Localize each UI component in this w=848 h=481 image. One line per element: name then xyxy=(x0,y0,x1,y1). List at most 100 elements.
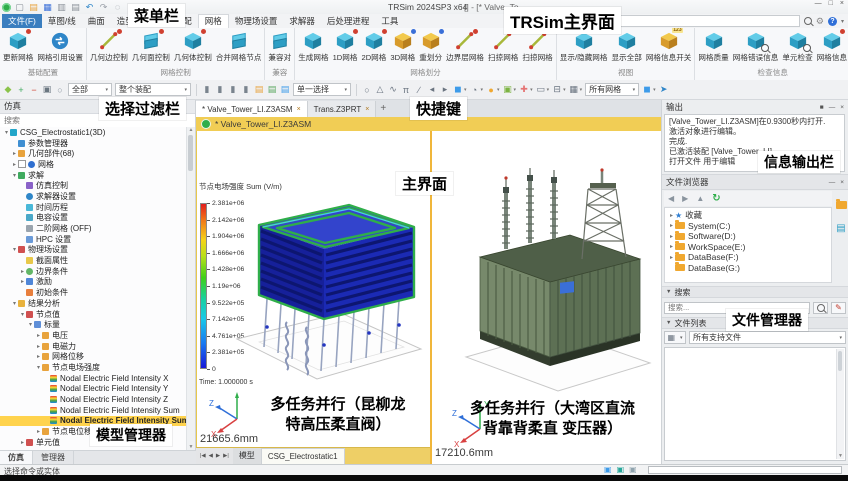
view-orient-icon[interactable]: ◔ xyxy=(470,85,480,95)
expander-icon[interactable]: ▾ xyxy=(11,172,18,179)
status-grid-icon[interactable]: ▣ xyxy=(629,465,637,474)
ribbon-button[interactable]: 3D网格 xyxy=(388,30,417,63)
chevron-down-icon[interactable]: ▾ xyxy=(653,87,656,93)
scrollbar-thumb[interactable] xyxy=(838,351,842,371)
tab-csg-electrostatic1[interactable]: CSG_Electrostatic1 xyxy=(261,448,345,464)
section-collapse-icon[interactable]: ▼ xyxy=(666,289,671,295)
tab-model[interactable]: 模型 xyxy=(233,448,261,464)
expander-icon[interactable]: ▸ xyxy=(668,222,675,229)
folder-item[interactable]: ▸System(C:) xyxy=(665,221,831,232)
tree-item[interactable]: ▾CSG_Electrostatic1(3D) xyxy=(0,127,187,138)
filter-vertex-icon[interactable]: ▮ xyxy=(202,84,212,95)
folder-item[interactable]: ▸DataBase(F:) xyxy=(665,252,831,263)
circle-select-icon[interactable]: ○ xyxy=(55,85,65,95)
ribbon-button[interactable]: 生成网格 xyxy=(296,30,330,63)
tree-scrollbar[interactable]: ▲ ▼ xyxy=(186,127,195,450)
menu-tab-2[interactable]: 曲面 xyxy=(82,14,111,28)
spline-tool-icon[interactable]: ∿ xyxy=(388,84,398,95)
ribbon-button[interactable]: 网格质量 xyxy=(696,30,730,63)
section-view-icon[interactable]: ✚ xyxy=(519,84,529,95)
expander-icon[interactable]: ▸ xyxy=(11,161,18,168)
close-icon[interactable]: × xyxy=(840,179,844,186)
expander-icon[interactable]: ▸ xyxy=(668,254,675,261)
view-prev-icon[interactable]: ◂ xyxy=(427,84,437,95)
help-icon[interactable]: ? xyxy=(828,17,837,26)
minimize-button[interactable]: — xyxy=(815,0,822,7)
close-icon[interactable]: × xyxy=(840,104,844,111)
tree-item[interactable]: Nodal Electric Field Intensity Z xyxy=(0,394,187,405)
tree-item[interactable]: 截面属性 xyxy=(0,255,187,266)
pointer-icon[interactable]: ➤ xyxy=(659,84,669,95)
ribbon-button[interactable]: 单元检查 xyxy=(780,30,814,63)
ribbon-button[interactable]: 显示全部 xyxy=(609,30,643,63)
tree-item[interactable]: 仿真控制 xyxy=(0,180,187,191)
tab-close-icon[interactable]: × xyxy=(365,106,369,113)
restore-button[interactable]: □ xyxy=(829,0,833,7)
ribbon-button[interactable]: 1D网格 xyxy=(331,30,360,63)
regen-icon[interactable]: ◌ xyxy=(112,1,123,13)
expander-icon[interactable]: ▸ xyxy=(19,278,26,285)
tree-item[interactable]: ▾节点电场强度 xyxy=(0,362,187,373)
tree-item[interactable]: 求解器设置 xyxy=(0,191,187,202)
pick-box-icon[interactable]: ▣ xyxy=(42,84,52,95)
filter-edge-icon[interactable]: ▮ xyxy=(215,84,225,95)
ribbon-button[interactable]: 网格引用设置 xyxy=(35,30,85,63)
chevron-down-icon[interactable]: ▾ xyxy=(530,87,533,93)
scroll-up-icon[interactable]: ▲ xyxy=(187,127,195,133)
tree-item[interactable]: ▾标量 xyxy=(0,319,187,330)
tree-item[interactable]: Nodal Electric Field Intensity X xyxy=(0,373,187,384)
library-dock-icon[interactable]: ▤ xyxy=(836,223,845,234)
remove-icon[interactable]: − xyxy=(29,85,39,95)
expander-icon[interactable]: ▾ xyxy=(35,364,42,371)
display-grid-icon[interactable]: ▦ xyxy=(569,84,579,95)
folder-item[interactable]: ▸Software(D:) xyxy=(665,231,831,242)
tree-item[interactable]: 初始条件 xyxy=(0,287,187,298)
file-list[interactable]: ▼ xyxy=(664,347,846,461)
tree-item[interactable]: ▸网格 xyxy=(0,159,187,170)
folder-dock-icon[interactable] xyxy=(836,201,847,209)
chevron-down-icon[interactable]: ▾ xyxy=(464,87,467,93)
ribbon-button[interactable]: 几何边控制 xyxy=(88,30,130,63)
view-next-icon[interactable]: ▸ xyxy=(440,84,450,95)
print-icon[interactable]: ▥ xyxy=(56,1,67,13)
expander-icon[interactable]: ▾ xyxy=(19,311,26,318)
file-type-filter-dropdown[interactable]: 所有支持文件 ▾ xyxy=(689,331,846,344)
shade-mode-icon[interactable]: ◼ xyxy=(453,84,463,95)
filter-body-icon[interactable]: ▮ xyxy=(241,84,251,95)
checkbox[interactable] xyxy=(18,160,26,168)
expander-icon[interactable]: ▸ xyxy=(19,439,26,446)
refresh-icon[interactable]: ↻ xyxy=(712,193,720,204)
split-window-icon[interactable]: ⊟ xyxy=(552,84,562,95)
expander-icon[interactable]: ▸ xyxy=(35,353,42,360)
tree-item[interactable]: HPC 设置 xyxy=(0,234,187,245)
tree-item[interactable]: ▸电压 xyxy=(0,330,187,341)
ribbon-button[interactable]: 更新网格 xyxy=(1,30,35,63)
ribbon-button[interactable]: 扫掠网格 xyxy=(486,30,520,63)
clip-icon[interactable]: ▤ xyxy=(280,84,290,95)
menu-tab-7[interactable]: 物理场设置 xyxy=(229,14,284,28)
plane-tool-icon[interactable]: π xyxy=(401,85,411,95)
tree-item[interactable]: Nodal Electric Field Intensity Sum xyxy=(0,405,187,416)
save-icon[interactable]: ▦ xyxy=(42,1,53,13)
tree-item[interactable]: ▾物理场设置 xyxy=(0,245,187,256)
search-section-header[interactable]: ▼ 搜索 xyxy=(662,286,848,298)
chevron-down-icon[interactable]: ▾ xyxy=(514,87,517,93)
document-tab-0[interactable]: * Valve_Tower_LI.Z3ASM× xyxy=(196,101,308,117)
menu-tab-9[interactable]: 后处理进程 xyxy=(321,14,376,28)
go-last-icon[interactable]: ▶| xyxy=(223,453,229,459)
up-icon[interactable]: ▲ xyxy=(696,194,704,203)
forward-icon[interactable]: ▶ xyxy=(682,194,688,203)
ribbon-button[interactable]: 合并网格节点 xyxy=(214,30,264,63)
pick-mode-dropdown[interactable]: 单一选择▾ xyxy=(293,83,351,96)
open-file-icon[interactable]: ▤ xyxy=(28,1,39,13)
polygon-tool-icon[interactable]: △ xyxy=(375,84,385,95)
undo-icon[interactable]: ↶ xyxy=(84,1,95,13)
filter-scope-dropdown[interactable]: 全部▾ xyxy=(68,83,112,96)
ribbon-button[interactable]: 几何体控制 xyxy=(172,30,214,63)
chevron-down-icon[interactable]: ▾ xyxy=(481,87,484,93)
expander-icon[interactable]: ▸ xyxy=(35,332,42,339)
paste-icon[interactable]: ▤ xyxy=(254,84,264,95)
ribbon-button[interactable]: 边界层网格 xyxy=(444,30,486,63)
tree-item[interactable]: ▸激励 xyxy=(0,277,187,288)
status-command-field[interactable] xyxy=(648,466,842,474)
